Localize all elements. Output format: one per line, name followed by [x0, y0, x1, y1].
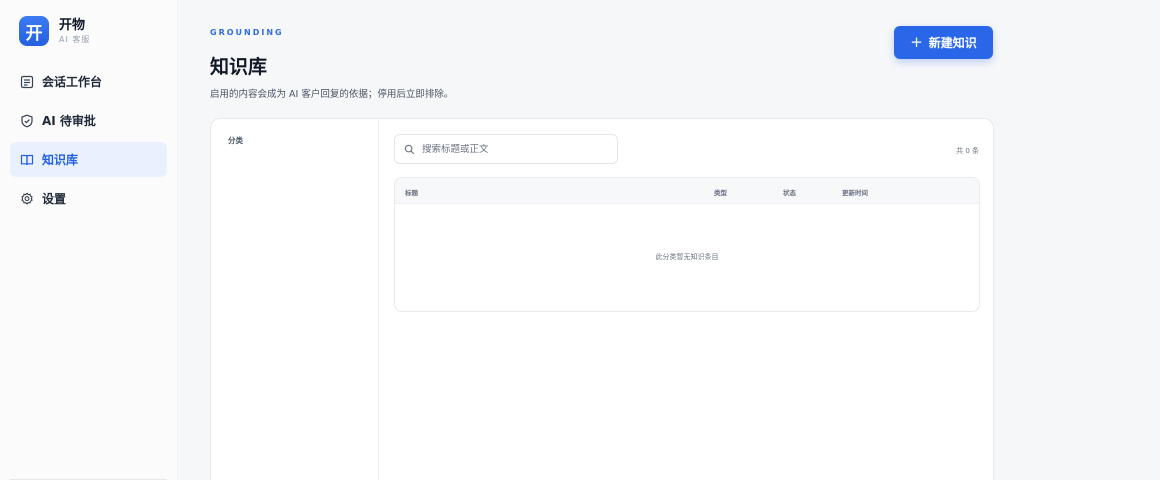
page-eyebrow: GROUNDING — [210, 28, 284, 37]
column-header-type[interactable]: 类型 — [714, 187, 727, 197]
sidebar-nav: 会话工作台 AI 待审批 知识库 设置 — [10, 64, 167, 216]
sidebar-item-label: 设置 — [42, 192, 67, 206]
column-header-title[interactable]: 标题 — [405, 187, 418, 197]
brand-name: 开物 — [59, 17, 86, 33]
chat-window-icon — [20, 75, 34, 89]
page-title: 知识库 — [210, 56, 268, 78]
search-input[interactable] — [422, 143, 602, 155]
search-icon — [404, 144, 415, 155]
knowledge-card: 分类 共 0 条 标题 类型 — [210, 118, 994, 480]
open-book-icon — [20, 153, 34, 167]
column-header-status[interactable]: 状态 — [783, 187, 796, 197]
column-header-updated-time[interactable]: 更新时间 — [842, 187, 868, 197]
sidebar-item-label: 知识库 — [42, 153, 79, 167]
sidebar-item-label: AI 待审批 — [42, 114, 96, 128]
result-count: 共 0 条 — [956, 147, 979, 155]
category-panel: 分类 — [211, 119, 379, 480]
sidebar: 开 开物 AI 客服 会话工作台 AI 待审批 知识库 设置 — [0, 0, 178, 480]
knowledge-table: 标题 类型 状态 更新时间 此分类暂无知识条目 — [394, 177, 980, 312]
sidebar-item-knowledge-base[interactable]: 知识库 — [10, 142, 167, 177]
empty-state-message: 此分类暂无知识条目 — [655, 253, 719, 261]
page-description: 启用的内容会成为 AI 客户回复的依据；停用后立即排除。 — [210, 89, 454, 100]
table-header: 标题 类型 状态 更新时间 — [395, 178, 979, 204]
brand-logo: 开 — [19, 16, 49, 46]
new-knowledge-button[interactable]: + 新建知识 — [894, 26, 993, 59]
plus-icon: + — [910, 33, 923, 51]
sidebar-item-conversations[interactable]: 会话工作台 — [10, 64, 167, 99]
category-panel-title: 分类 — [228, 136, 243, 145]
brand-text: 开物 AI 客服 — [59, 18, 90, 45]
sidebar-item-settings[interactable]: 设置 — [10, 181, 167, 216]
shield-check-icon — [20, 114, 34, 128]
search-box[interactable] — [394, 134, 618, 164]
knowledge-list-panel: 共 0 条 标题 类型 状态 更新时间 此分类暂无知识条目 — [379, 119, 993, 480]
gear-icon — [20, 191, 34, 206]
brand-subtitle: AI 客服 — [59, 34, 91, 44]
brand[interactable]: 开 开物 AI 客服 — [10, 16, 167, 46]
sidebar-item-ai-approval[interactable]: AI 待审批 — [10, 103, 167, 138]
app-root: 开 开物 AI 客服 会话工作台 AI 待审批 知识库 设置 GROUNDING… — [0, 0, 1160, 480]
sidebar-item-label: 会话工作台 — [42, 75, 103, 89]
main-content: GROUNDING 知识库 启用的内容会成为 AI 客户回复的依据；停用后立即排… — [178, 0, 1160, 480]
new-knowledge-button-label: 新建知识 — [928, 36, 977, 50]
